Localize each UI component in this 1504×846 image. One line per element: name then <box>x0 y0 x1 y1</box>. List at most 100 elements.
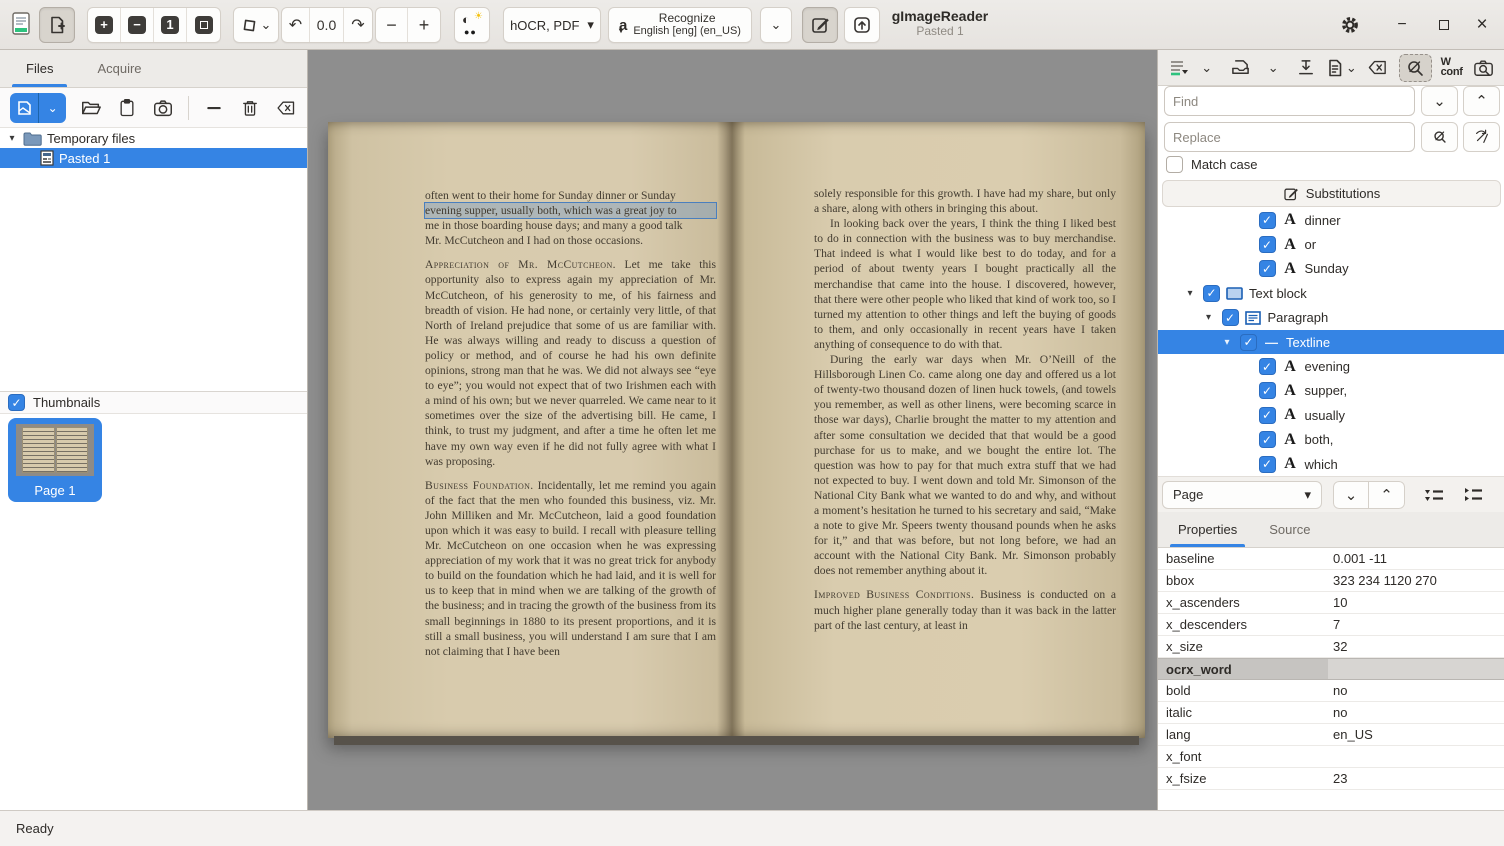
angle-increase-button[interactable]: + <box>408 8 440 42</box>
chevron-down-icon[interactable]: ⌄ <box>1268 60 1279 76</box>
item-checkbox[interactable]: ✓ <box>1259 260 1276 277</box>
property-row-ocrx_word[interactable]: ocrx_word <box>1158 658 1504 680</box>
close-button[interactable]: × <box>1466 10 1498 40</box>
item-checkbox[interactable]: ✓ <box>1259 236 1276 253</box>
replace-button[interactable] <box>1421 122 1458 152</box>
property-row-bbox[interactable]: bbox323 234 1120 270 <box>1158 570 1504 592</box>
clear-button[interactable] <box>275 96 297 120</box>
remove-button[interactable] <box>203 96 225 120</box>
property-value: 10 <box>1328 595 1504 610</box>
ocr-tree-item-textblock[interactable]: ▾✓Text block <box>1158 281 1504 305</box>
item-checkbox[interactable]: ✓ <box>1259 358 1276 375</box>
ocr-tree-item-or[interactable]: ✓Aor <box>1158 232 1504 256</box>
item-checkbox[interactable]: ✓ <box>1259 456 1276 473</box>
item-checkbox[interactable]: ✓ <box>1259 431 1276 448</box>
ocr-tree-item-dinner[interactable]: ✓Adinner <box>1158 208 1504 232</box>
word-confidence-toggle[interactable]: Wconf <box>1441 58 1463 77</box>
item-checkbox[interactable]: ✓ <box>1259 382 1276 399</box>
collapse-all-button[interactable] <box>1457 482 1491 508</box>
substitutions-button[interactable]: Substitutions <box>1162 180 1501 207</box>
replace-all-button[interactable] <box>1463 122 1500 152</box>
ocr-tree-item-evening[interactable]: ✓Aevening <box>1158 354 1504 378</box>
settings-button[interactable] <box>1334 10 1366 40</box>
item-checkbox[interactable]: ✓ <box>1203 285 1220 302</box>
thumbnails-checkbox[interactable]: ✓ <box>8 394 25 411</box>
angle-decrease-button[interactable]: − <box>376 8 408 42</box>
item-checkbox[interactable]: ✓ <box>1240 334 1257 351</box>
tab-source[interactable]: Source <box>1253 512 1326 547</box>
expander-icon[interactable]: ▾ <box>1183 288 1197 299</box>
find-prev-button[interactable]: ⌃ <box>1463 86 1500 116</box>
tab-files[interactable]: Files <box>4 50 75 87</box>
tree-row-temporary-files[interactable]: ▾ Temporary files <box>0 128 307 148</box>
new-page-button[interactable] <box>39 7 75 43</box>
property-row-x_font[interactable]: x_font <box>1158 746 1504 768</box>
expand-all-button[interactable] <box>1418 482 1452 508</box>
item-checkbox[interactable]: ✓ <box>1259 212 1276 229</box>
property-row-x_fsize[interactable]: x_fsize23 <box>1158 768 1504 790</box>
rotate-left-button[interactable]: ↶ <box>282 8 310 42</box>
maximize-button[interactable] <box>1428 10 1460 40</box>
find-next-button[interactable]: ⌄ <box>1421 86 1458 116</box>
import-button[interactable] <box>1229 55 1253 81</box>
ocr-mode-dropdown[interactable]: hOCR, PDF ▾ <box>503 7 601 43</box>
item-checkbox[interactable]: ✓ <box>1259 407 1276 424</box>
add-images-dropdown[interactable]: ⌄ <box>39 93 67 123</box>
expander-icon[interactable]: ▾ <box>1202 312 1216 323</box>
save-output-button[interactable] <box>1296 55 1318 81</box>
find-input[interactable] <box>1164 86 1415 116</box>
ocr-tree-item-sunday[interactable]: ✓ASunday <box>1158 257 1504 281</box>
replace-input[interactable] <box>1164 122 1415 152</box>
recognize-language-dropdown[interactable]: ⌄ <box>760 7 792 43</box>
expander-icon[interactable]: ▾ <box>1220 337 1234 348</box>
ocr-tree-item-usually[interactable]: ✓Ausually <box>1158 403 1504 427</box>
tab-acquire[interactable]: Acquire <box>75 50 163 87</box>
zoom-out-button[interactable]: − <box>121 8 154 42</box>
add-images-button[interactable] <box>10 93 39 123</box>
property-row-x_descenders[interactable]: x_descenders7 <box>1158 614 1504 636</box>
property-row-italic[interactable]: italicno <box>1158 702 1504 724</box>
tree-row-pasted-1[interactable]: Pasted 1 <box>0 148 307 168</box>
ocr-tree-item-supper[interactable]: ✓Asupper, <box>1158 379 1504 403</box>
document-canvas[interactable]: often went to their home for Sunday dinn… <box>308 50 1157 810</box>
property-row-lang[interactable]: langen_US <box>1158 724 1504 746</box>
next-match-button[interactable]: ⌄ <box>1333 481 1369 509</box>
ocr-tree-item-paragraph[interactable]: ▾✓Paragraph <box>1158 306 1504 330</box>
zoom-fit-button[interactable] <box>187 8 220 42</box>
clear-output-button[interactable] <box>1366 55 1390 81</box>
minimize-button[interactable]: − <box>1386 10 1418 40</box>
paste-button[interactable] <box>116 96 138 120</box>
ocr-tree-item-textline[interactable]: ▾✓—Textline <box>1158 330 1504 354</box>
find-replace-toggle[interactable] <box>1399 54 1432 82</box>
match-case-checkbox[interactable] <box>1166 156 1183 173</box>
selected-textline[interactable]: evening supper, usually both, which was … <box>425 203 716 218</box>
expander-icon[interactable]: ▾ <box>6 133 18 144</box>
image-controls-button[interactable]: ◐ ☀ ●● <box>454 7 490 43</box>
preview-button[interactable] <box>1472 55 1497 81</box>
screenshot-button[interactable] <box>152 96 174 120</box>
open-folder-button[interactable] <box>80 96 102 120</box>
rotate-right-button[interactable]: ↷ <box>344 8 372 42</box>
chevron-down-icon[interactable]: ⌄ <box>1201 60 1212 76</box>
tab-properties[interactable]: Properties <box>1162 512 1253 547</box>
delete-button[interactable] <box>239 96 261 120</box>
insert-mode-button[interactable] <box>1165 55 1192 81</box>
rotate-mode-button[interactable]: ⌄ <box>233 7 279 43</box>
rotation-angle-field[interactable]: 0.0 <box>310 8 344 42</box>
zoom-original-button[interactable]: 1 <box>154 8 187 42</box>
property-row-baseline[interactable]: baseline0.001 -11 <box>1158 548 1504 570</box>
property-row-x_ascenders[interactable]: x_ascenders10 <box>1158 592 1504 614</box>
prev-match-button[interactable]: ⌃ <box>1369 481 1405 509</box>
page-selector-dropdown[interactable]: Page ▾ <box>1162 481 1322 509</box>
property-row-bold[interactable]: boldno <box>1158 680 1504 702</box>
export-document-button[interactable]: ⌄ <box>1326 55 1357 81</box>
ocr-edit-toggle[interactable] <box>802 7 838 43</box>
zoom-in-button[interactable]: + <box>88 8 121 42</box>
thumbnail-page-1[interactable]: Page 1 <box>8 418 102 502</box>
recognize-button[interactable]: a Recognize English [eng] (en_US) <box>608 7 752 43</box>
scanned-book-image[interactable]: often went to their home for Sunday dinn… <box>328 122 1145 738</box>
ocr-tree-item-both[interactable]: ✓Aboth, <box>1158 428 1504 452</box>
ocr-tree-item-which[interactable]: ✓Awhich <box>1158 452 1504 476</box>
property-row-x_size[interactable]: x_size32 <box>1158 636 1504 658</box>
item-checkbox[interactable]: ✓ <box>1222 309 1239 326</box>
